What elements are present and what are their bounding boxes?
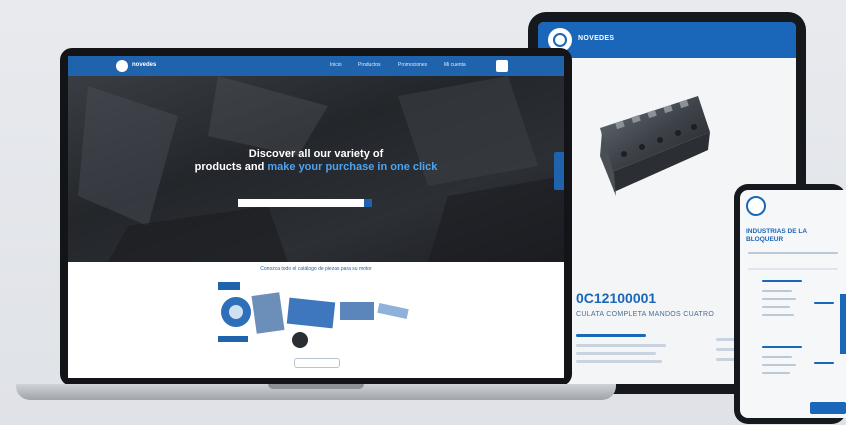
nav-item-products[interactable]: Productos [358,62,381,68]
search-button[interactable] [364,199,372,207]
phone-page-title: INDUSTRIAS DE LA BLOQUEUR [746,228,807,243]
tablet-header: NOVEDES [538,22,796,58]
laptop-screen: novedes Inicio Productos Promociones Mi … [68,56,564,378]
engine-part-image [600,96,710,196]
phone-side-strip [840,294,846,354]
list-item [762,280,802,282]
tablet-brand: NOVEDES [578,35,615,42]
search-input[interactable] [238,199,364,207]
parts-collage-image [218,282,409,348]
section-heading-bar [576,334,646,337]
text-line [762,306,790,308]
site-brand[interactable]: novedes [132,62,156,68]
hero-title-plain: products and [194,161,268,173]
hero-title-line1: Discover all our variety of [248,148,384,160]
text-line [762,364,796,366]
site-logo-icon[interactable] [116,60,128,72]
text-line [576,360,662,363]
list-item [762,346,802,348]
nav-item-account[interactable]: Mi cuenta [444,62,466,68]
price-line [814,302,834,304]
filter-row [748,252,838,254]
hero-title-line2: products and make your purchase in one c… [68,161,564,173]
price-line [814,362,834,364]
phone-screen: INDUSTRIAS DE LA BLOQUEUR [740,190,846,418]
text-line [762,314,794,316]
product-code: 0C12100001 [576,290,657,306]
cart-icon[interactable] [496,60,508,72]
side-floating-tabs[interactable] [554,152,564,190]
promo-button[interactable] [294,358,340,368]
text-line [762,290,792,292]
text-line [762,298,796,300]
phone-action-button[interactable] [810,402,846,414]
nav-item-promotions[interactable]: Promociones [398,62,427,68]
text-line [762,356,792,358]
text-line [576,344,666,347]
hero-title-highlight: make your purchase in one click [267,161,438,173]
text-line [762,372,790,374]
nav-item-home[interactable]: Inicio [330,62,342,68]
text-line [576,352,656,355]
site-navbar: novedes Inicio Productos Promociones Mi … [68,56,564,76]
phone-logo-icon [746,196,766,216]
promo-title: Conozca todo el catálogo de piezas para … [260,266,372,272]
product-description: CULATA COMPLETA MANDOS CUATRO [576,311,715,318]
laptop-notch [268,384,364,389]
table-header [748,268,838,270]
